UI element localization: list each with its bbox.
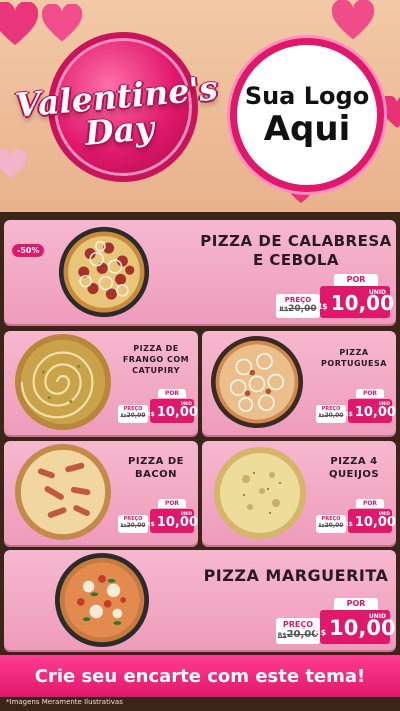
new-price: 10,00 [156, 515, 198, 530]
old-price-box: PREÇO R$20,00 [118, 515, 148, 533]
product-card[interactable]: -50% PIZZA DE CALABRESA E CEBOLA PREÇO R… [4, 220, 396, 324]
product-name: PIZZA 4 QUEIJOS [328, 456, 380, 480]
price-tag: PREÇO R$20,00 POR UNID R$ 10,00 [316, 499, 396, 533]
old-price: R$20,00 [276, 304, 320, 314]
old-price: R$20,00 [316, 412, 346, 419]
old-price-currency: R$ [277, 632, 287, 639]
pizza-queijos-icon [210, 443, 310, 543]
pizza-bacon-icon [14, 443, 112, 541]
old-price-box: PREÇO R$20,00 [276, 294, 320, 318]
old-price-value: 20,00 [126, 522, 146, 529]
product-card[interactable]: PIZZA 4 QUEIJOS PREÇO R$20,00 POR UNID R… [202, 441, 396, 545]
currency-label: R$ [146, 521, 155, 528]
product-card[interactable]: PIZZA MARGUERITA PREÇO R$20,00 POR UNID … [4, 550, 396, 650]
price-tag: PREÇO R$20,00 POR UNID R$ 10,00 [118, 499, 198, 533]
new-price-box: UNID R$ 10,00 [344, 509, 396, 533]
new-price: 10,00 [354, 405, 396, 420]
unit-label: UNID [378, 511, 390, 516]
old-price: R$20,00 [118, 522, 148, 529]
old-price: R$20,00 [118, 412, 148, 419]
price-tag: PREÇO R$20,00 POR UNID R$ 10,00 [276, 274, 394, 318]
event-title: Valentine's Day [5, 68, 230, 158]
new-price: 10,00 [156, 405, 198, 420]
pizza-portuguesa-icon [210, 335, 304, 429]
currency-label: R$ [316, 302, 328, 311]
new-price-box: UNID R$ 10,00 [146, 509, 198, 533]
product-name: PIZZA PORTUGUESA [321, 348, 387, 368]
product-card[interactable]: PIZZA PORTUGUESA PREÇO R$20,00 POR UNID … [202, 331, 396, 435]
product-name: PIZZA DE FRANGO COM CATUPIRY [122, 344, 190, 375]
cta-banner[interactable]: Crie seu encarte com este tema! [0, 655, 400, 697]
old-price-box: PREÇO R$20,00 [316, 405, 346, 423]
valentines-day-badge: Valentine's Day [8, 18, 228, 198]
new-price-box: UNID R$ 10,00 [314, 610, 396, 644]
por-label: POR [158, 499, 186, 508]
old-price: R$20,00 [276, 629, 320, 640]
old-price-box: PREÇO R$20,00 [316, 515, 346, 533]
pizza-calabresa-icon [58, 226, 150, 318]
por-label: POR [334, 274, 378, 286]
discount-badge: -50% [12, 244, 45, 257]
product-card[interactable]: PIZZA DE FRANGO COM CATUPIRY PREÇO R$20,… [4, 331, 198, 435]
product-name: PIZZA MARGUERITA [203, 566, 389, 585]
currency-label: R$ [314, 628, 327, 637]
product-name: PIZZA DE CALABRESA E CEBOLA [200, 232, 392, 269]
pizza-frango-icon [14, 333, 112, 431]
logo-line-1: Sua Logo [244, 82, 370, 110]
currency-label: R$ [146, 411, 155, 418]
header: Valentine's Day Sua Logo Aqui [0, 0, 400, 212]
old-price-value: 20,00 [324, 412, 344, 419]
old-price-currency: R$ [279, 306, 289, 313]
por-label: POR [158, 389, 186, 398]
product-card[interactable]: PIZZA DE BACON PREÇO R$20,00 POR UNID R$… [4, 441, 198, 545]
old-price-value: 20,00 [126, 412, 146, 419]
currency-label: R$ [344, 521, 353, 528]
currency-label: R$ [344, 411, 353, 418]
old-price-box: PREÇO R$20,00 [276, 618, 320, 644]
price-tag: PREÇO R$20,00 POR UNID R$ 10,00 [316, 389, 396, 423]
old-price: R$20,00 [316, 522, 346, 529]
product-name: PIZZA DE BACON [128, 456, 184, 480]
old-price-value: 20,00 [288, 304, 317, 314]
old-price-label: PREÇO [282, 620, 314, 629]
new-price-box: UNID R$ 10,00 [316, 286, 394, 318]
unit-label: UNID [368, 613, 386, 620]
old-price-value: 20,00 [324, 522, 344, 529]
unit-label: UNID [368, 289, 386, 296]
unit-label: UNID [180, 401, 192, 406]
cta-banner-text: Crie seu encarte com este tema! [34, 665, 366, 687]
new-price: 10,00 [330, 291, 394, 315]
new-price: 10,00 [329, 616, 396, 640]
price-tag: PREÇO R$20,00 POR UNID R$ 10,00 [276, 598, 396, 644]
old-price-box: PREÇO R$20,00 [118, 405, 148, 423]
por-label: POR [356, 389, 384, 398]
disclaimer: *Imagens Meramente Ilustrativas [6, 698, 123, 706]
heart-icon [331, 0, 375, 42]
pizza-marguerita-icon [54, 552, 150, 648]
logo-placeholder: Sua Logo Aqui [230, 38, 384, 192]
logo-line-2: Aqui [263, 109, 351, 149]
new-price: 10,00 [354, 515, 396, 530]
por-label: POR [356, 499, 384, 508]
price-tag: PREÇO R$20,00 POR UNID R$ 10,00 [118, 389, 198, 423]
new-price-box: UNID R$ 10,00 [344, 399, 396, 423]
old-price-label: PREÇO [284, 296, 312, 304]
new-price-box: UNID R$ 10,00 [146, 399, 198, 423]
unit-label: UNID [378, 401, 390, 406]
por-label: POR [334, 598, 378, 610]
unit-label: UNID [180, 511, 192, 516]
